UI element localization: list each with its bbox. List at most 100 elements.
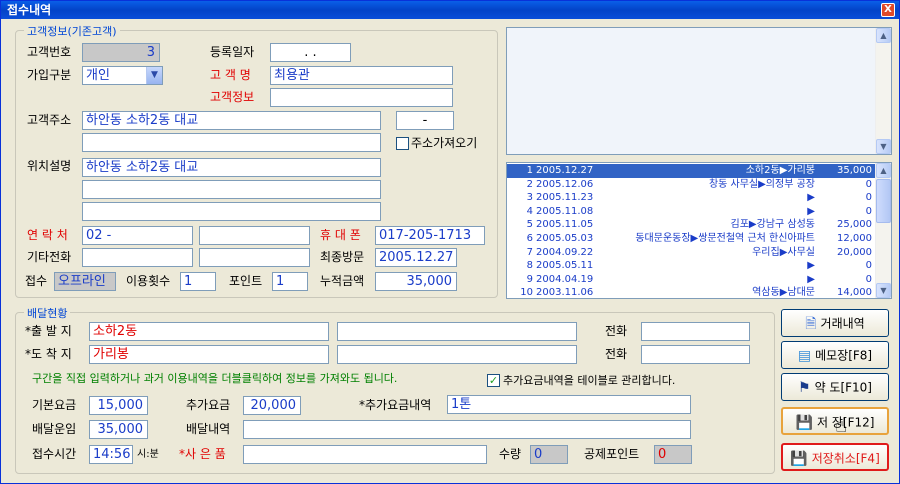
floppy-disk-icon: 💾: [795, 414, 813, 431]
history-row-amount: 14,000: [837, 287, 872, 299]
customer-id-field: 3: [82, 43, 160, 62]
chevron-down-icon[interactable]: ▼: [146, 67, 162, 84]
close-icon[interactable]: X: [881, 3, 895, 17]
delivery-detail-label: 배달내역: [186, 422, 231, 436]
destination-detail-field[interactable]: [337, 345, 577, 364]
receipt-field: 오프라인: [54, 272, 116, 291]
destination-field[interactable]: 가리봉: [89, 345, 329, 364]
zipcode-field[interactable]: -: [396, 111, 454, 130]
history-row-route: 창동 사무실▶의정부 공장: [708, 178, 815, 190]
origin-field[interactable]: 소하2동: [89, 322, 329, 341]
history-row-date: 2005.11.08: [536, 205, 594, 217]
history-row-amount: 0: [865, 192, 872, 204]
history-row[interactable]: 10 2003.11.06 역삼동▶남대문 14,000: [507, 286, 875, 299]
fetch-address-checkbox[interactable]: [396, 137, 409, 150]
location-field-2[interactable]: [82, 180, 381, 199]
customer-info-field[interactable]: [270, 88, 453, 107]
memo-scrollbar[interactable]: ▲ ▼: [875, 28, 891, 154]
total-amount-field[interactable]: 35,000: [375, 272, 457, 291]
origin-detail-field[interactable]: [337, 322, 577, 341]
memo-button[interactable]: ▤ 메모장[F8]: [781, 341, 889, 369]
history-row[interactable]: 4 2005.11.08 ▶ 0: [507, 205, 875, 219]
origin-label: *출 발 지: [25, 324, 72, 338]
delivery-fee-field[interactable]: 35,000: [89, 420, 148, 439]
base-fee-label: 기본요금: [32, 398, 77, 412]
address-field[interactable]: 하안동 소하2동 대교: [82, 111, 381, 130]
history-row[interactable]: 1 2005.12.27 소하2동▶가리봉 35,000: [507, 164, 875, 178]
address-detail-field[interactable]: [82, 133, 381, 152]
history-row-no: 3: [526, 192, 533, 204]
history-row[interactable]: 8 2005.05.11 ▶ 0: [507, 259, 875, 273]
reception-window: 접수내역 X 고객정보(기존고객) 고객번호 3 등록일자 . . 가입구분 개…: [0, 0, 900, 484]
history-row[interactable]: 5 2005.11.05 김포▶강남구 삼성동 25,000: [507, 218, 875, 232]
points-field[interactable]: 1: [272, 272, 308, 291]
memo-icon: ▤: [797, 347, 812, 364]
points-label: 포인트: [229, 274, 263, 288]
join-type-value: 개인: [86, 68, 110, 83]
history-row[interactable]: 9 2004.04.19 ▶ 0: [507, 273, 875, 287]
base-fee-field[interactable]: 15,000: [89, 396, 148, 415]
receipt-label: 접수: [25, 274, 48, 288]
delivery-group-title: 배달현황: [24, 305, 71, 321]
history-row-no: 7: [526, 246, 533, 258]
history-row-date: 2005.12.06: [536, 178, 594, 190]
scroll-down-icon[interactable]: ▼: [876, 283, 891, 298]
contact-field-2[interactable]: [199, 226, 310, 245]
quantity-label: 수량: [499, 447, 522, 461]
fetch-address-label[interactable]: 주소가져오기: [411, 135, 477, 151]
customer-name-field[interactable]: 최용관: [270, 66, 453, 85]
map-button[interactable]: ⚑ 약 도[F10]: [781, 373, 889, 401]
customer-id-label: 고객번호: [27, 45, 72, 59]
extra-fee-field[interactable]: 20,000: [243, 396, 301, 415]
history-row-route: 김포▶강남구 삼성동: [730, 219, 815, 231]
other-phone-field-2[interactable]: [199, 248, 310, 267]
extra-table-checkbox[interactable]: ✓: [487, 374, 500, 387]
history-row[interactable]: 7 2004.09.22 우리집▶사무실 20,000: [507, 246, 875, 260]
history-row-amount: 0: [865, 273, 872, 285]
history-row-route: 역삼동▶남대문: [752, 287, 815, 299]
scroll-down-icon[interactable]: ▼: [876, 139, 891, 154]
memo-textarea[interactable]: ▲ ▼: [506, 27, 892, 155]
join-type-select[interactable]: 개인 ▼: [82, 66, 163, 85]
gift-field[interactable]: [243, 445, 487, 464]
location-field-3[interactable]: [82, 202, 381, 221]
use-count-field[interactable]: 1: [180, 272, 216, 291]
history-row-route: ▶: [807, 192, 815, 204]
destination-phone-label: 전화: [605, 347, 628, 361]
history-row-no: 4: [526, 205, 533, 217]
scroll-up-icon[interactable]: ▲: [876, 163, 891, 178]
destination-phone-field[interactable]: [641, 345, 750, 364]
contact-field[interactable]: 02 -: [82, 226, 193, 245]
scroll-up-icon[interactable]: ▲: [876, 28, 891, 43]
deduct-points-field: 0: [654, 445, 692, 464]
history-row[interactable]: 6 2005.05.03 동대문운동장▶쌍문전철역 근처 한신아파트 12,000: [507, 232, 875, 246]
history-row-amount: 0: [865, 260, 872, 272]
extra-table-label[interactable]: 추가요금내역을 테이블로 관리합니다.: [503, 373, 675, 389]
history-list[interactable]: 1 2005.12.27 소하2동▶가리봉 35,000 2 2005.12.06 창동 사…: [506, 162, 892, 299]
history-row-amount: 35,000: [837, 165, 872, 176]
history-row-date: 2005.05.03: [536, 233, 594, 244]
mobile-field[interactable]: 017-205-1713: [375, 226, 485, 245]
scroll-thumb[interactable]: [876, 179, 891, 223]
regdate-label: 등록일자: [210, 45, 255, 59]
location-field[interactable]: 하안동 소하2동 대교: [82, 158, 381, 177]
extra-detail-field[interactable]: 1톤: [447, 395, 691, 414]
origin-phone-field[interactable]: [641, 322, 750, 341]
history-row[interactable]: 3 2005.11.23 ▶ 0: [507, 191, 875, 205]
regdate-field[interactable]: . .: [270, 43, 351, 62]
last-visit-field[interactable]: 2005.12.27: [375, 248, 457, 267]
cancel-save-button[interactable]: 💾 저장취소[F4]: [781, 443, 889, 471]
history-row[interactable]: 2 2005.12.06 창동 사무실▶의정부 공장 0: [507, 178, 875, 192]
use-count-label: 이용횟수: [126, 274, 171, 288]
total-amount-label: 누적금액: [320, 274, 365, 288]
history-row-amount: 12,000: [837, 233, 872, 244]
time-field[interactable]: 14:56: [89, 445, 133, 464]
history-row-no: 5: [526, 219, 533, 231]
gift-label: *사 은 품: [179, 447, 226, 461]
time-label: 접수시간: [32, 447, 77, 461]
history-row-no: 10: [520, 287, 533, 299]
history-scrollbar[interactable]: ▲ ▼: [875, 163, 891, 298]
other-phone-field[interactable]: [82, 248, 193, 267]
delivery-detail-field[interactable]: [243, 420, 691, 439]
history-button[interactable]: 🗎 거래내역: [781, 309, 889, 337]
